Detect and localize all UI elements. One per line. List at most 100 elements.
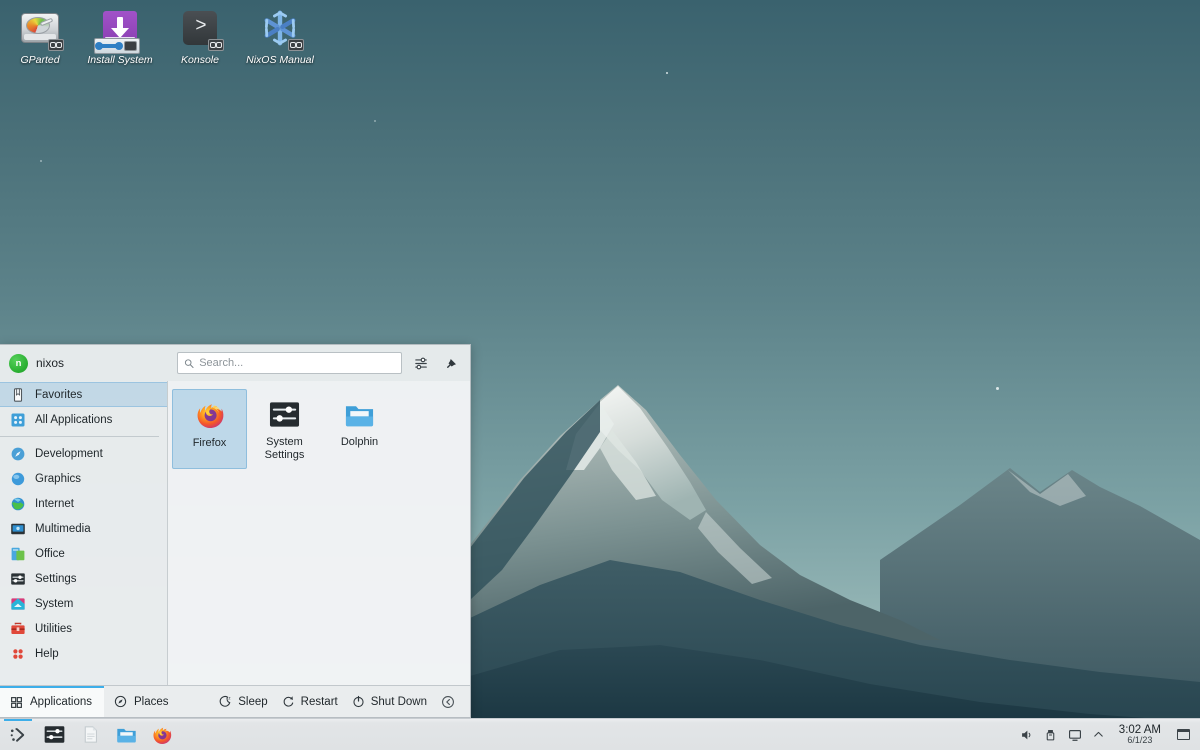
shutdown-button[interactable]: Shut Down [345,689,434,715]
power-label: Sleep [238,695,268,708]
help-icon [13,648,23,659]
desktop-icon-install-system[interactable]: Install System [80,0,160,67]
sidebar-item-all-applications[interactable]: All Applications [0,407,167,432]
sidebar-item-office[interactable]: Office [0,541,167,566]
sidebar-item-label: Multimedia [35,522,91,535]
desktop-icon-label: NixOS Manual [246,54,314,66]
star [40,160,42,162]
sidebar-item-label: Development [35,447,103,460]
sidebar-item-label: Favorites [35,388,83,401]
search-icon [184,358,194,368]
pin-icon[interactable] [440,352,462,374]
desktop-icon-nixos-manual[interactable]: NixOS Manual [240,0,320,67]
svg-text:z: z [229,696,231,701]
sleep-button[interactable]: z Sleep [212,689,274,715]
tab-label: Applications [30,696,93,708]
sidebar-separator [0,436,159,437]
leave-button[interactable] [434,689,462,715]
usb-device-icon[interactable] [1040,719,1062,750]
sidebar-item-settings[interactable]: Settings [0,566,167,591]
favorite-item-firefox[interactable]: Firefox [172,389,247,469]
show-desktop-button[interactable] [1170,719,1196,750]
tab-places[interactable]: Places [104,686,181,717]
sidebar-item-label: Graphics [35,472,82,485]
installer-download-icon [94,6,142,54]
graphics-icon [11,472,25,485]
clock-date: 6/1/23 [1127,734,1153,745]
sidebar-item-label: Office [35,547,65,560]
sidebar-item-label: Utilities [35,622,73,635]
sidebar-item-utilities[interactable]: Utilities [0,616,167,641]
kickoff-launcher[interactable] [0,718,36,750]
user-block[interactable]: n nixos [9,353,169,373]
sidebar-item-label: System [35,597,74,610]
sidebar-item-multimedia[interactable]: Multimedia [0,516,167,541]
clock-time: 3:02 AM [1118,723,1161,736]
taskbar-panel[interactable]: 3:02 AM 6/1/23 [0,718,1200,750]
panel-launchers [0,718,180,750]
sidebar-item-help[interactable]: Help [0,641,167,666]
sidebar-item-label: Settings [35,572,77,585]
restart-button[interactable]: Restart [275,689,345,715]
digital-clock[interactable]: 3:02 AM 6/1/23 [1112,724,1168,746]
bookmark-icon [13,387,23,402]
internet-icon [11,497,25,510]
folder-icon [344,398,376,430]
moon-icon: z [219,696,231,707]
display-icon[interactable] [1064,719,1086,750]
sidebar-item-label: All Applications [35,413,113,426]
favorite-item-dolphin[interactable]: Dolphin [322,389,397,469]
hard-disk-icon [18,6,64,51]
restart-icon [283,696,293,707]
system-settings-icon [269,398,301,430]
nixos-menu-icon [10,727,25,742]
firefox-icon [194,399,226,431]
tab-label: Places [134,695,169,708]
link-emblem-icon [208,39,224,51]
grid-icon [11,696,22,708]
desktop-icon-label: GParted [20,54,60,66]
sidebar-item-system[interactable]: System [0,591,167,616]
favorite-item-label: Firefox [192,437,227,449]
favorites-pane: Firefox System Settings Dolphin [168,381,470,685]
sidebar-item-favorites[interactable]: Favorites [0,382,167,407]
sidebar-item-development[interactable]: Development [0,441,167,466]
firefox-launcher[interactable] [144,719,180,750]
document-launcher[interactable] [72,719,108,750]
desktop-icon-gparted[interactable]: GParted [0,0,80,67]
compass-icon [114,695,127,708]
power-label: Restart [300,695,338,708]
dolphin-launcher[interactable] [108,719,144,750]
favorite-item-label: System Settings [264,436,305,461]
utilities-toolbox-icon [11,622,25,634]
kickoff-body: Favorites All Applications Development G… [0,381,470,685]
nixos-snowflake-icon [258,6,304,51]
configure-icon[interactable] [410,352,432,374]
volume-icon[interactable] [1016,719,1038,750]
desktop[interactable]: GParted Install System > Konsole NixOS M… [0,0,1200,750]
folder-icon [116,728,136,743]
system-icon [11,597,25,610]
link-emblem-icon [288,39,304,51]
sidebar-item-internet[interactable]: Internet [0,491,167,516]
grid-apps-icon [11,413,25,426]
sidebar-item-label: Help [35,647,59,660]
search-input[interactable] [199,357,395,369]
tab-applications[interactable]: Applications [0,685,105,717]
power-icon [353,695,364,708]
star [374,120,376,122]
application-launcher-menu[interactable]: n nixos Search... Favorites All Applicat… [0,344,471,718]
avatar[interactable]: n [9,353,28,373]
desktop-icon-label: Konsole [181,54,219,66]
search-field[interactable] [177,352,402,374]
expand-tray-icon[interactable] [1088,719,1110,750]
terminal-icon: > [178,6,224,51]
kickoff-header: n nixos [0,345,470,381]
sidebar-item-graphics[interactable]: Graphics [0,466,167,491]
favorite-item-system-settings[interactable]: System Settings [247,389,322,469]
office-icon [11,547,25,560]
multimedia-icon [11,523,25,534]
desktop-icon-konsole[interactable]: > Konsole [160,0,240,67]
konsole-launcher[interactable] [36,719,72,750]
leave-icon [442,695,454,708]
